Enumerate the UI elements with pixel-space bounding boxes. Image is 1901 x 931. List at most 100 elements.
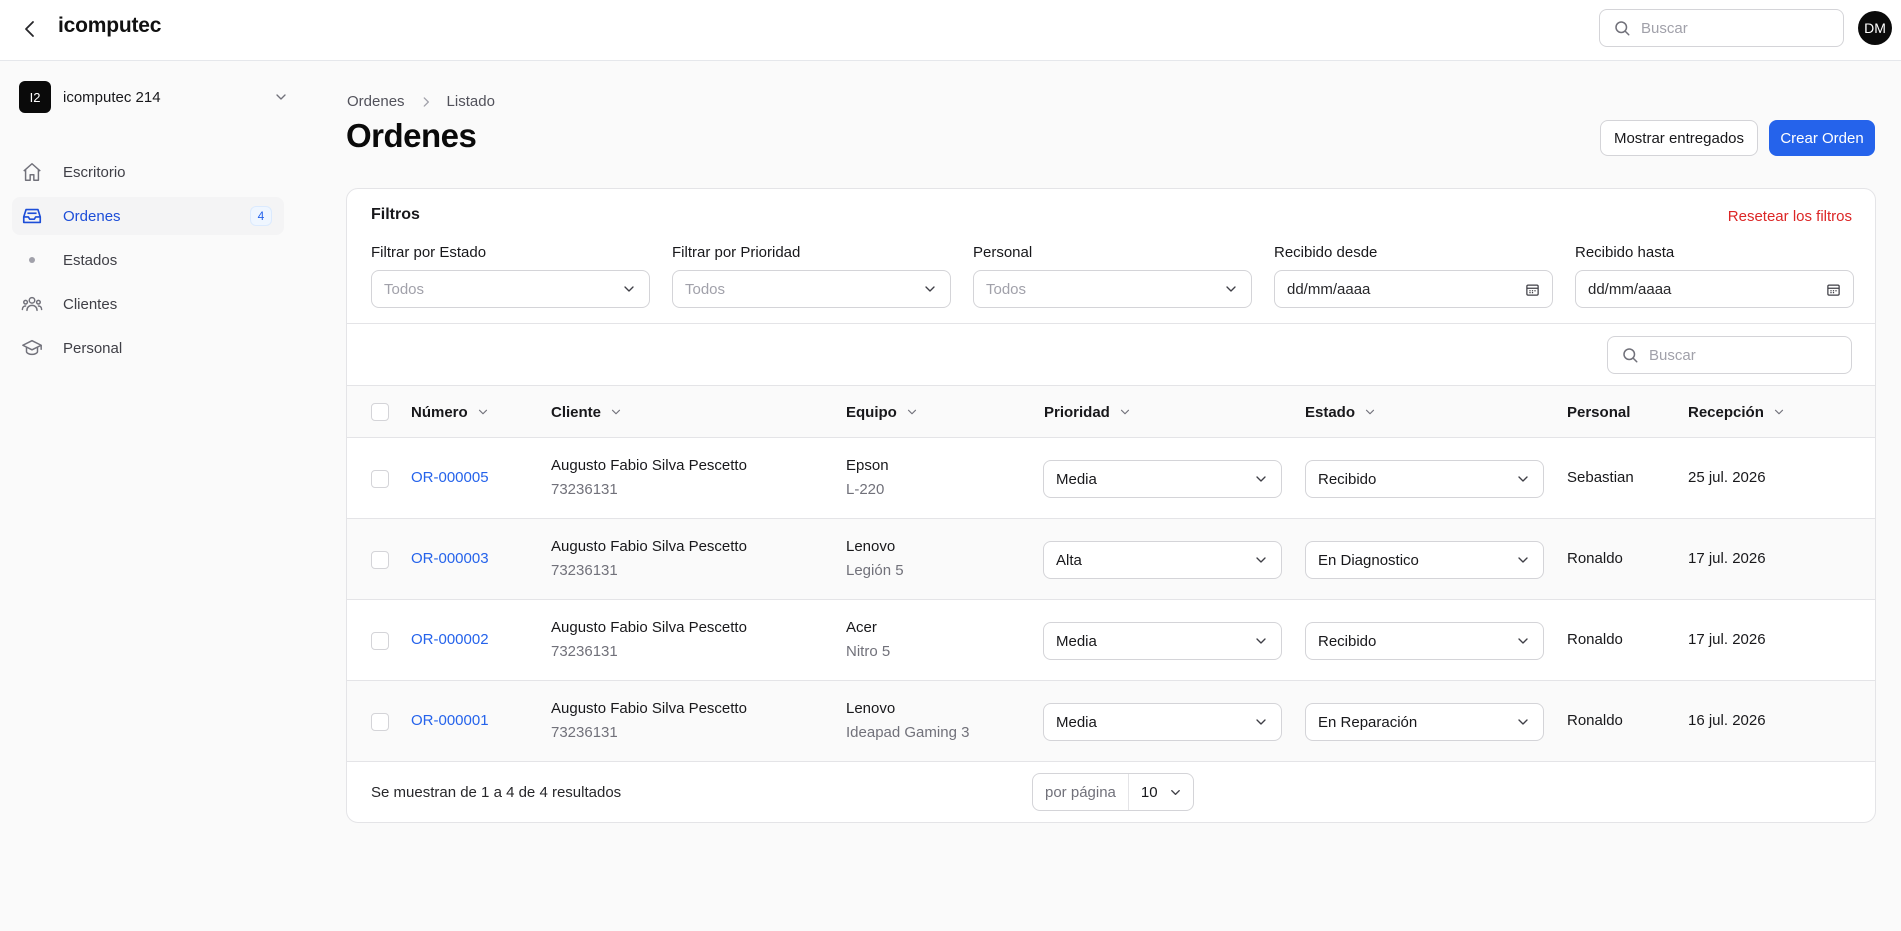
per-page-select[interactable]: 10 bbox=[1129, 784, 1193, 801]
breadcrumb-current: Listado bbox=[446, 93, 495, 110]
calendar-icon[interactable] bbox=[1525, 282, 1540, 297]
order-number-link[interactable]: OR-000001 bbox=[411, 712, 489, 729]
sidebar-item-escritorio[interactable]: Escritorio bbox=[12, 153, 284, 191]
equipment-brand: Acer bbox=[846, 619, 877, 636]
select-value: Media bbox=[1056, 632, 1097, 650]
global-search-input[interactable] bbox=[1641, 19, 1831, 37]
received-date-cell: 17 jul. 2026 bbox=[1688, 550, 1766, 567]
tenant-name: icomputec 214 bbox=[63, 88, 161, 106]
client-name: Augusto Fabio Silva Pescetto bbox=[551, 457, 747, 474]
global-search[interactable] bbox=[1599, 9, 1844, 47]
sidebar-item-label: Personal bbox=[63, 339, 123, 357]
sidebar-item-clientes[interactable]: Clientes bbox=[12, 285, 284, 323]
column-prioridad[interactable]: Prioridad bbox=[1044, 386, 1132, 438]
select-placeholder: Todos bbox=[685, 280, 726, 298]
column-label: Prioridad bbox=[1044, 403, 1110, 421]
tenant-switcher[interactable]: I2 icomputec 214 bbox=[19, 80, 289, 114]
row-checkbox[interactable] bbox=[371, 470, 389, 488]
select-value: Alta bbox=[1056, 551, 1082, 569]
column-estado[interactable]: Estado bbox=[1305, 386, 1377, 438]
client-name: Augusto Fabio Silva Pescetto bbox=[551, 538, 747, 555]
inbox-icon bbox=[20, 204, 44, 228]
sidebar-item-personal[interactable]: Personal bbox=[12, 329, 284, 367]
filters-title: Filtros bbox=[371, 206, 420, 223]
status-select[interactable]: Recibido bbox=[1305, 622, 1544, 660]
staff-cell: Ronaldo bbox=[1567, 631, 1623, 648]
page-title: Ordenes bbox=[346, 117, 477, 154]
row-checkbox[interactable] bbox=[371, 551, 389, 569]
status-select[interactable]: En Diagnostico bbox=[1305, 541, 1544, 579]
breadcrumb-root[interactable]: Ordenes bbox=[347, 93, 405, 110]
sort-chevron-icon bbox=[1365, 409, 1375, 415]
create-order-button[interactable]: Crear Orden bbox=[1769, 120, 1875, 156]
sidebar: I2 icomputec 214 Escritorio Ordenes 4 Es… bbox=[0, 61, 300, 931]
staff-cell: Sebastian bbox=[1567, 469, 1634, 486]
column-label: Cliente bbox=[551, 403, 602, 421]
filter-label: Filtrar por Prioridad bbox=[672, 244, 801, 261]
filter-label: Recibido hasta bbox=[1575, 244, 1675, 261]
priority-select[interactable]: Media bbox=[1043, 622, 1282, 660]
equipment-cell: Lenovo Legión 5 bbox=[846, 538, 904, 579]
equipment-cell: Lenovo Ideapad Gaming 3 bbox=[846, 700, 969, 741]
column-numero[interactable]: Número bbox=[411, 386, 490, 438]
row-checkbox[interactable] bbox=[371, 632, 389, 650]
dot-icon bbox=[29, 257, 35, 263]
filter-prioridad: Filtrar por Prioridad Todos bbox=[672, 244, 951, 308]
filter-estado-select[interactable]: Todos bbox=[371, 270, 650, 308]
column-equipo[interactable]: Equipo bbox=[846, 386, 919, 438]
top-bar: icomputec DM bbox=[0, 0, 1901, 61]
equipment-model: Ideapad Gaming 3 bbox=[846, 724, 970, 741]
chevron-down-icon bbox=[276, 94, 286, 100]
user-avatar[interactable]: DM bbox=[1858, 11, 1892, 45]
table-search-input[interactable] bbox=[1649, 346, 1839, 364]
priority-select[interactable]: Media bbox=[1043, 460, 1282, 498]
home-icon bbox=[20, 160, 44, 184]
status-select[interactable]: En Reparación bbox=[1305, 703, 1544, 741]
date-from-input[interactable]: dd/mm/aaaa bbox=[1274, 270, 1553, 308]
show-delivered-button[interactable]: Mostrar entregados bbox=[1600, 120, 1758, 156]
sidebar-item-ordenes[interactable]: Ordenes 4 bbox=[12, 197, 284, 235]
select-placeholder: Todos bbox=[986, 280, 1027, 298]
calendar-icon[interactable] bbox=[1826, 282, 1841, 297]
column-label: Recepción bbox=[1688, 403, 1764, 421]
breadcrumb: Ordenes Listado bbox=[347, 93, 495, 110]
chevron-down-icon bbox=[1170, 789, 1180, 795]
column-cliente[interactable]: Cliente bbox=[551, 386, 623, 438]
back-arrow-icon[interactable] bbox=[18, 17, 42, 41]
date-to-input[interactable]: dd/mm/aaaa bbox=[1575, 270, 1854, 308]
filter-prioridad-select[interactable]: Todos bbox=[672, 270, 951, 308]
priority-select[interactable]: Media bbox=[1043, 703, 1282, 741]
app-brand: icomputec bbox=[58, 14, 162, 37]
status-select[interactable]: Recibido bbox=[1305, 460, 1544, 498]
select-all-checkbox[interactable] bbox=[371, 403, 389, 421]
column-recepcion[interactable]: Recepción bbox=[1688, 386, 1786, 438]
table-row: OR-000003 Augusto Fabio Silva Pescetto 7… bbox=[347, 519, 1875, 600]
order-number-link[interactable]: OR-000003 bbox=[411, 550, 489, 567]
priority-select[interactable]: Alta bbox=[1043, 541, 1282, 579]
table-search[interactable] bbox=[1607, 336, 1852, 374]
received-date-cell: 17 jul. 2026 bbox=[1688, 631, 1766, 648]
table-header: Número Cliente Equipo Prioridad Estado P… bbox=[347, 385, 1875, 438]
received-date-cell: 16 jul. 2026 bbox=[1688, 712, 1766, 729]
chevron-down-icon bbox=[1226, 286, 1236, 292]
filter-label: Recibido desde bbox=[1274, 244, 1378, 261]
reset-filters-link[interactable]: Resetear los filtros bbox=[1728, 208, 1852, 225]
order-number-link[interactable]: OR-000002 bbox=[411, 631, 489, 648]
client-cell: Augusto Fabio Silva Pescetto 73236131 bbox=[551, 457, 747, 498]
client-cell: Augusto Fabio Silva Pescetto 73236131 bbox=[551, 538, 747, 579]
filter-personal-select[interactable]: Todos bbox=[973, 270, 1252, 308]
filter-recibido-desde: Recibido desde dd/mm/aaaa bbox=[1274, 244, 1553, 308]
tenant-logo: I2 bbox=[19, 81, 51, 113]
select-value: Recibido bbox=[1318, 470, 1377, 488]
table-row: OR-000001 Augusto Fabio Silva Pescetto 7… bbox=[347, 681, 1875, 762]
select-value: En Reparación bbox=[1318, 713, 1418, 731]
equipment-model: Legión 5 bbox=[846, 562, 904, 579]
order-number-link[interactable]: OR-000005 bbox=[411, 469, 489, 486]
sidebar-item-label: Escritorio bbox=[63, 163, 126, 181]
sidebar-item-estados[interactable]: Estados bbox=[12, 241, 284, 279]
sort-chevron-icon bbox=[478, 409, 487, 415]
row-checkbox[interactable] bbox=[371, 713, 389, 731]
staff-cell: Ronaldo bbox=[1567, 712, 1623, 729]
date-value: dd/mm/aaaa bbox=[1588, 280, 1672, 298]
orders-card: Filtros Resetear los filtros Filtrar por… bbox=[346, 188, 1876, 823]
